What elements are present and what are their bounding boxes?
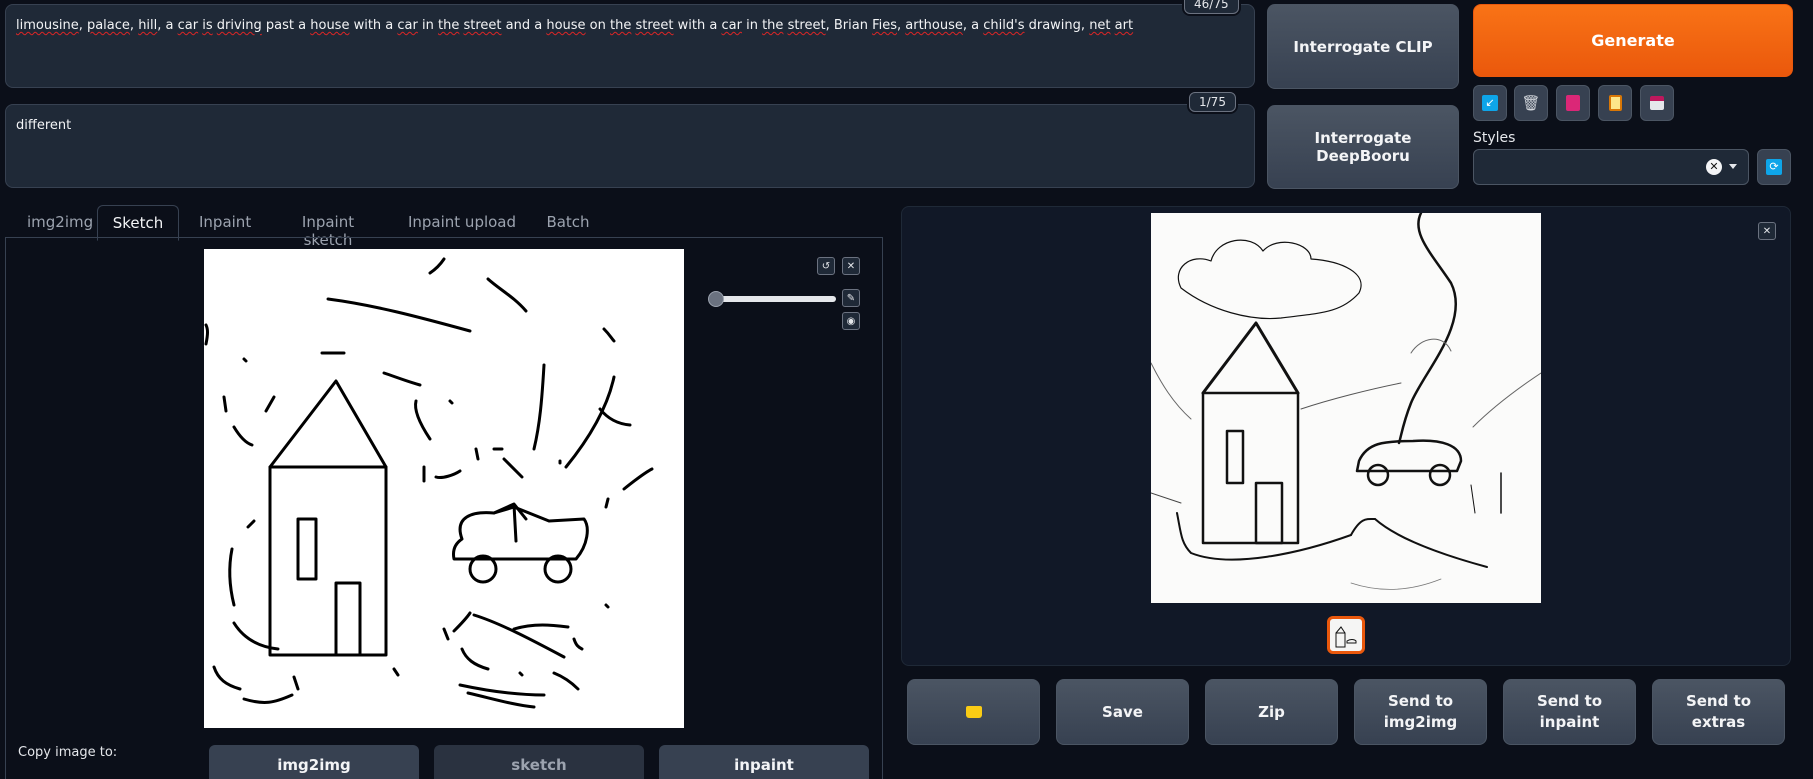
- interrogate-clip-button[interactable]: Interrogate CLIP: [1267, 4, 1459, 89]
- clear-prompt-button[interactable]: 🗑: [1514, 85, 1548, 121]
- picture-icon: [1566, 95, 1580, 111]
- prompt-word-misspelled: limousine: [16, 18, 79, 33]
- copy-to-inpaint-button[interactable]: inpaint: [659, 745, 869, 779]
- gallery-thumbnail[interactable]: [1327, 616, 1365, 654]
- prompt-text-segment: ,: [78, 18, 87, 33]
- prompt-text-segment: and a: [501, 18, 547, 33]
- brush-size-slider[interactable]: [708, 291, 836, 307]
- input-tabs: img2img Sketch Inpaint Inpaint sketch Inpain…: [5, 205, 883, 249]
- tab-inpaint-upload[interactable]: Inpaint upload: [393, 205, 531, 239]
- prompt-word-misspelled: street: [787, 18, 826, 33]
- save-button[interactable]: Save: [1056, 679, 1189, 745]
- prompt-text-segment: in: [741, 18, 763, 33]
- prompt-text-segment: , a: [157, 18, 178, 33]
- prompt-text-segment: past a: [261, 18, 311, 33]
- negative-prompt-token-counter: 1/75: [1189, 92, 1236, 112]
- floppy-disk-icon: [1650, 96, 1664, 110]
- folder-icon: [965, 706, 982, 718]
- send-to-img2img-button[interactable]: Send to img2img: [1354, 679, 1487, 745]
- caret-down-icon[interactable]: [1729, 164, 1737, 169]
- prompt-word-misspelled: palace: [86, 18, 130, 33]
- show-extra-networks-button[interactable]: [1556, 85, 1590, 121]
- apply-styles-button[interactable]: ↙: [1473, 85, 1507, 121]
- clear-selection-icon[interactable]: ✕: [1706, 159, 1722, 175]
- refresh-styles-button[interactable]: ⟳: [1757, 149, 1791, 185]
- paste-button[interactable]: [1598, 85, 1632, 121]
- checkbox-arrow-icon: ↙: [1482, 95, 1498, 111]
- prompt-word-misspelled: street: [463, 18, 502, 33]
- prompt-word-misspelled: the: [610, 18, 632, 33]
- generated-image[interactable]: [1150, 211, 1542, 603]
- prompt-word-misspelled: net: [1089, 18, 1111, 33]
- interrogate-deepbooru-button[interactable]: Interrogate DeepBooru: [1267, 105, 1459, 189]
- prompt-word-misspelled: car: [397, 18, 418, 33]
- prompt-text-segment: , a: [962, 18, 984, 33]
- save-style-button[interactable]: [1640, 85, 1674, 121]
- styles-label: Styles: [1473, 130, 1516, 146]
- prompt-text-segment: in: [417, 18, 438, 33]
- negative-prompt-textarea[interactable]: different: [5, 104, 1255, 188]
- prompt-word-misspelled: the: [438, 18, 460, 33]
- tab-inpaint[interactable]: Inpaint: [185, 205, 263, 239]
- trash-icon: 🗑: [1521, 94, 1541, 112]
- clear-canvas-icon[interactable]: ✕: [842, 257, 860, 275]
- prompt-token-counter: 46/75: [1184, 0, 1239, 14]
- open-folder-button[interactable]: [907, 679, 1040, 745]
- prompt-text: limousine, palace, hill, a car is drivin…: [16, 18, 1133, 33]
- send-to-inpaint-button[interactable]: Send to inpaint: [1503, 679, 1636, 745]
- prompt-text-segment: , Brian: [825, 18, 873, 33]
- prompt-text-segment: with a: [673, 18, 722, 33]
- thumbnail-drawing: [1335, 626, 1357, 648]
- clipboard-icon: [1608, 95, 1622, 111]
- send-to-extras-button[interactable]: Send to extras: [1652, 679, 1785, 745]
- negative-prompt-text: different: [16, 118, 72, 133]
- styles-dropdown[interactable]: ✕: [1473, 149, 1749, 185]
- sketch-canvas[interactable]: [204, 249, 684, 728]
- tab-sketch[interactable]: Sketch: [97, 205, 179, 241]
- tab-batch[interactable]: Batch: [531, 205, 605, 239]
- prompt-text-segment: drawing,: [1024, 18, 1090, 33]
- prompt-word-misspelled: the: [762, 18, 784, 33]
- generate-button[interactable]: Generate: [1473, 4, 1793, 77]
- prompt-text-segment: with a: [349, 18, 398, 33]
- prompt-word-misspelled: house: [310, 18, 350, 33]
- copy-image-to-label: Copy image to:: [18, 745, 118, 760]
- prompt-word-misspelled: car: [721, 18, 742, 33]
- zip-button[interactable]: Zip: [1205, 679, 1338, 745]
- prompt-word-misspelled: hill: [138, 18, 158, 33]
- prompt-text-segment: on: [585, 18, 611, 33]
- copy-to-img2img-button[interactable]: img2img: [209, 745, 419, 779]
- brush-size-icon[interactable]: ✎: [842, 289, 860, 307]
- undo-icon[interactable]: ↺: [817, 257, 835, 275]
- prompt-word-misspelled: arthouse: [905, 18, 963, 33]
- copy-to-sketch-button[interactable]: sketch: [434, 745, 644, 779]
- prompt-word-misspelled: Fies: [872, 18, 897, 33]
- prompt-textarea[interactable]: limousine, palace, hill, a car is drivin…: [5, 4, 1255, 88]
- prompt-word-misspelled: car: [177, 18, 199, 33]
- prompt-word-misspelled: child's: [983, 18, 1025, 33]
- prompt-word-misspelled: driving: [216, 18, 262, 33]
- prompt-word-misspelled: house: [546, 18, 586, 33]
- generated-image-drawing: [1150, 211, 1542, 590]
- prompt-word-misspelled: is: [202, 18, 213, 33]
- prompt-text-segment: ,: [129, 18, 139, 33]
- brush-size-slider-thumb[interactable]: [708, 291, 724, 307]
- prompt-word-misspelled: street: [635, 18, 674, 33]
- color-palette-icon[interactable]: ◉: [842, 312, 860, 330]
- close-gallery-icon[interactable]: ✕: [1758, 222, 1776, 240]
- sketch-drawing: [204, 257, 654, 709]
- refresh-icon: ⟳: [1766, 159, 1782, 175]
- prompt-word-misspelled: art: [1114, 18, 1134, 33]
- tab-img2img[interactable]: img2img: [13, 205, 97, 239]
